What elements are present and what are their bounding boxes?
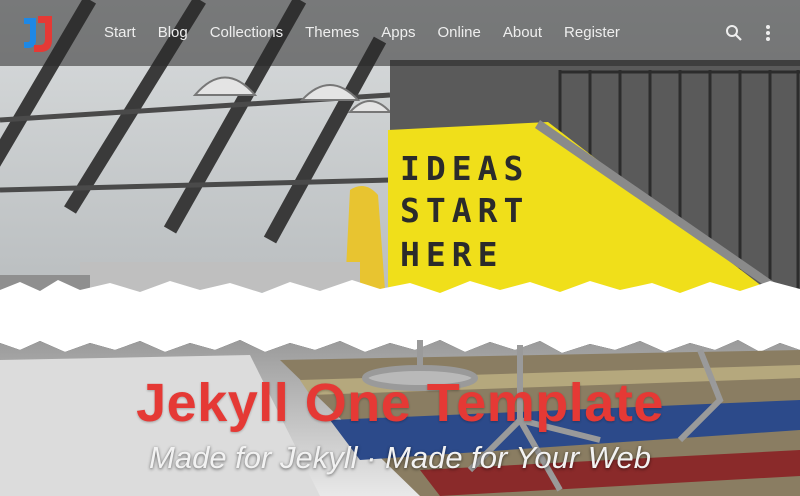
- nav-item-online[interactable]: Online: [426, 22, 491, 44]
- nav-item-blog[interactable]: Blog: [147, 22, 199, 44]
- top-navbar: Start Blog Collections Themes Apps Onlin…: [0, 0, 800, 66]
- hero-subtitle: Made for Jekyll · Made for Your Web: [149, 440, 651, 475]
- nav-menu: Start Blog Collections Themes Apps Onlin…: [93, 22, 631, 44]
- nav-item-register[interactable]: Register: [553, 22, 631, 44]
- sign-line-3: HERE: [400, 235, 503, 274]
- search-icon[interactable]: [723, 22, 745, 44]
- nav-item-about[interactable]: About: [492, 22, 553, 44]
- nav-item-start[interactable]: Start: [93, 22, 147, 44]
- hero-title: Jekyll One Template: [136, 373, 664, 433]
- more-vert-icon[interactable]: [757, 22, 779, 44]
- nav-item-themes[interactable]: Themes: [294, 22, 370, 44]
- nav-item-apps[interactable]: Apps: [370, 22, 426, 44]
- sign-line-1: IDEAS: [400, 149, 529, 188]
- nav-item-collections[interactable]: Collections: [199, 22, 294, 44]
- sign-line-2: START: [400, 191, 529, 230]
- j1-logo-icon[interactable]: [22, 12, 54, 54]
